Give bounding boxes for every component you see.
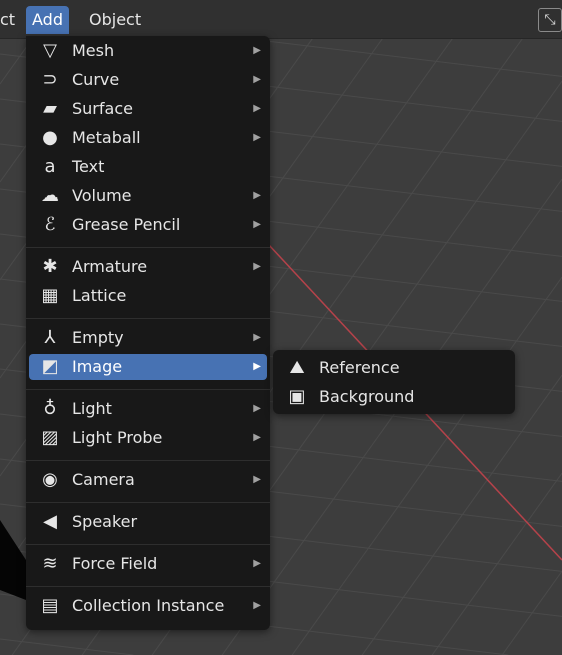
menu-item-armature[interactable]: ✱ Armature ▶ bbox=[29, 254, 267, 280]
header-bar: ct Add Object ⤡ bbox=[0, 0, 562, 39]
menu-separator bbox=[26, 247, 270, 248]
submenu-arrow-icon: ▶ bbox=[253, 474, 261, 485]
light-icon: ♁ bbox=[43, 398, 57, 419]
image-reference-icon: ⛰ bbox=[289, 357, 305, 378]
light-probe-icon: ▨ bbox=[41, 427, 59, 448]
force-field-icon: ≋ bbox=[42, 553, 58, 574]
menu-item-label: Text bbox=[72, 157, 105, 176]
menu-select[interactable]: ct bbox=[0, 6, 21, 34]
menu-item-label: Image bbox=[72, 357, 123, 376]
menu-item-label: Metaball bbox=[72, 128, 141, 147]
menu-separator bbox=[26, 389, 270, 390]
submenu-arrow-icon: ▶ bbox=[253, 432, 261, 443]
menu-object[interactable]: Object bbox=[83, 6, 147, 34]
menu-separator bbox=[26, 460, 270, 461]
menu-item-label: Light Probe bbox=[72, 428, 163, 447]
text-icon: a bbox=[44, 156, 56, 177]
cone-object[interactable] bbox=[0, 520, 26, 600]
menu-item-label: Camera bbox=[72, 470, 135, 489]
submenu-arrow-icon: ▶ bbox=[253, 403, 261, 414]
axis-toggle-icon[interactable]: ⤡ bbox=[538, 8, 562, 32]
menu-item-surface[interactable]: ▰ Surface ▶ bbox=[29, 96, 267, 122]
submenu-arrow-icon: ▶ bbox=[253, 103, 261, 114]
submenu-arrow-icon: ▶ bbox=[253, 361, 261, 372]
menu-item-label: Mesh bbox=[72, 41, 115, 60]
menu-item-label: Surface bbox=[72, 99, 133, 118]
camera-icon: ◉ bbox=[42, 469, 58, 490]
menu-item-metaball[interactable]: ● Metaball ▶ bbox=[29, 125, 267, 151]
grease-pencil-icon: ℰ bbox=[44, 214, 56, 235]
surface-icon: ▰ bbox=[43, 98, 57, 119]
image-icon: ◩ bbox=[41, 356, 59, 377]
submenu-arrow-icon: ▶ bbox=[253, 190, 261, 201]
menu-item-text[interactable]: a Text bbox=[29, 154, 267, 180]
menu-item-empty[interactable]: ⅄ Empty ▶ bbox=[29, 325, 267, 351]
image-submenu: ⛰ Reference ▣ Background bbox=[273, 350, 515, 414]
grid-line bbox=[291, 276, 562, 655]
grid-line bbox=[0, 638, 134, 655]
submenu-arrow-icon: ▶ bbox=[253, 219, 261, 230]
menu-item-label: Lattice bbox=[72, 286, 127, 305]
submenu-item-background[interactable]: ▣ Background bbox=[276, 384, 512, 410]
collection-instance-icon: ▤ bbox=[41, 595, 59, 616]
menu-add[interactable]: Add bbox=[26, 6, 69, 34]
menu-item-label: Light bbox=[72, 399, 112, 418]
menu-item-label: Empty bbox=[72, 328, 124, 347]
menu-separator bbox=[26, 544, 270, 545]
menu-item-light-probe[interactable]: ▨ Light Probe ▶ bbox=[29, 425, 267, 451]
submenu-arrow-icon: ▶ bbox=[253, 45, 261, 56]
submenu-arrow-icon: ▶ bbox=[253, 558, 261, 569]
menu-separator bbox=[26, 502, 270, 503]
menu-item-mesh[interactable]: ▽ Mesh ▶ bbox=[29, 38, 267, 64]
menu-item-lattice[interactable]: ▦ Lattice bbox=[29, 283, 267, 309]
submenu-arrow-icon: ▶ bbox=[253, 600, 261, 611]
menu-item-light[interactable]: ♁ Light ▶ bbox=[29, 396, 267, 422]
armature-icon: ✱ bbox=[42, 256, 58, 277]
volume-icon: ☁ bbox=[41, 185, 59, 206]
submenu-item-reference[interactable]: ⛰ Reference bbox=[276, 355, 512, 381]
menu-item-label: Speaker bbox=[72, 512, 138, 531]
empty-icon: ⅄ bbox=[44, 327, 56, 348]
menu-item-label: Armature bbox=[72, 257, 148, 276]
mesh-icon: ▽ bbox=[43, 40, 57, 61]
menu-item-label: Reference bbox=[319, 358, 400, 377]
menu-separator bbox=[26, 318, 270, 319]
menu-item-grease-pencil[interactable]: ℰ Grease Pencil ▶ bbox=[29, 212, 267, 238]
grid-line bbox=[501, 570, 562, 655]
menu-item-collection-instance[interactable]: ▤ Collection Instance ▶ bbox=[29, 593, 267, 619]
add-menu: ▽ Mesh ▶ ⊃ Curve ▶ ▰ Surface ▶ ● Metaball ▶ a Text ☁ Vo… bbox=[26, 36, 270, 630]
menu-item-volume[interactable]: ☁ Volume ▶ bbox=[29, 183, 267, 209]
menu-item-label: Volume bbox=[72, 186, 132, 205]
grid-line bbox=[431, 472, 562, 655]
submenu-arrow-icon: ▶ bbox=[253, 132, 261, 143]
speaker-icon: ◀ bbox=[43, 511, 57, 532]
menu-item-speaker[interactable]: ◀ Speaker bbox=[29, 509, 267, 535]
submenu-arrow-icon: ▶ bbox=[253, 332, 261, 343]
menu-item-label: Collection Instance bbox=[72, 596, 225, 615]
menu-item-camera[interactable]: ◉ Camera ▶ bbox=[29, 467, 267, 493]
menu-item-label: Force Field bbox=[72, 554, 158, 573]
curve-icon: ⊃ bbox=[42, 69, 58, 90]
submenu-arrow-icon: ▶ bbox=[253, 261, 261, 272]
menu-item-force-field[interactable]: ≋ Force Field ▶ bbox=[29, 551, 267, 577]
image-background-icon: ▣ bbox=[288, 386, 306, 407]
menu-item-image[interactable]: ◩ Image ▶ bbox=[29, 354, 267, 380]
menu-item-curve[interactable]: ⊃ Curve ▶ bbox=[29, 67, 267, 93]
lattice-icon: ▦ bbox=[41, 285, 59, 306]
menu-item-label: Curve bbox=[72, 70, 120, 89]
submenu-arrow-icon: ▶ bbox=[253, 74, 261, 85]
menu-separator bbox=[26, 586, 270, 587]
menu-item-label: Background bbox=[319, 387, 415, 406]
menu-item-label: Grease Pencil bbox=[72, 215, 181, 234]
metaball-icon: ● bbox=[42, 127, 58, 148]
